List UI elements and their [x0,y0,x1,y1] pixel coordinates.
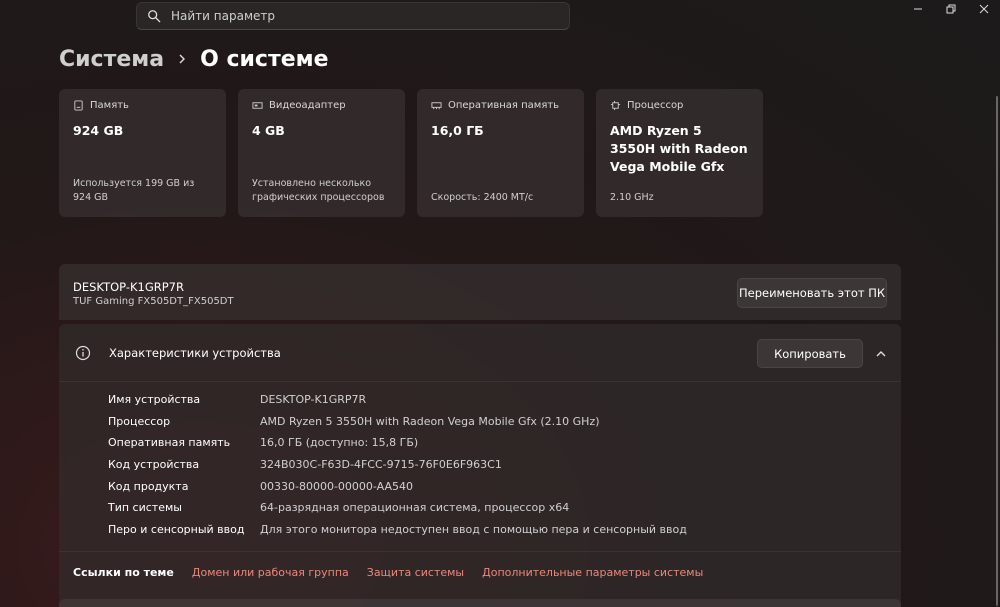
restore-icon [946,4,955,14]
card-title: Оперативная память [448,100,560,111]
spec-value: AMD Ryzen 5 3550H with Radeon Vega Mobil… [260,414,600,428]
info-icon [75,345,91,360]
card-title: Процессор [627,100,684,111]
page-title: О системе [200,46,329,72]
card-value: 924 GB [73,123,124,138]
summary-cards: Память 924 GB Используется 199 GB из 924… [59,89,763,217]
search-input[interactable] [171,9,551,23]
close-icon [979,4,988,14]
window-controls [901,0,1000,18]
spec-value: Для этого монитора недоступен ввод с пом… [260,522,687,536]
spec-row: Оперативная память 16,0 ГБ (доступно: 15,… [108,432,687,454]
spec-row: Перо и сенсорный ввод Для этого монитора … [108,519,687,541]
card-value: 16,0 ГБ [431,123,484,138]
next-panel-edge [59,599,901,607]
close-button[interactable] [967,0,1000,18]
device-specs-panel: Характеристики устройства Копировать Имя… [59,324,901,607]
spec-value: 00330-80000-00000-AA540 [260,479,413,493]
card-subtext: Установлено несколько графических процес… [252,178,385,203]
spec-row: Процессор AMD Ryzen 5 3550H with Radeon V… [108,411,687,433]
spec-label: Тип системы [108,501,182,515]
spec-row: Код продукта 00330-80000-00000-AA540 [108,475,687,497]
chevron-up-icon[interactable] [875,348,887,360]
related-links-title: Ссылки по теме [73,566,174,579]
minimize-button[interactable] [901,0,934,18]
card-gpu: Видеоадаптер 4 GB Установлено несколько … [238,89,405,217]
spec-row: Тип системы 64-разрядная операционная сис… [108,497,687,519]
gpu-icon [252,102,263,109]
card-cpu: Процессор AMD Ryzen 5 3550H with Radeon … [596,89,763,217]
card-value: AMD Ryzen 5 3550H with Radeon Vega Mobil… [610,123,748,174]
search-icon [148,10,161,23]
breadcrumb-parent[interactable]: Система [59,47,164,72]
related-links: Ссылки по теме Домен или рабочая группа … [59,551,901,593]
spec-value: DESKTOP-K1GRP7R [260,393,367,407]
storage-icon [74,100,83,111]
scrollbar[interactable] [996,96,998,606]
card-title: Видеоадаптер [269,100,346,111]
rename-pc-button[interactable]: Переименовать этот ПК [737,278,887,308]
ram-icon [431,102,442,110]
card-ram: Оперативная память 16,0 ГБ Скорость: 240… [417,89,584,217]
spec-row: Имя устройства DESKTOP-K1GRP7R [108,389,687,411]
spec-rows: Имя устройства DESKTOP-K1GRP7R Процессор A… [108,389,687,540]
minimize-icon [913,8,922,10]
spec-row: Код устройства 324B030C-F63D-4FCC-9715-76… [108,454,687,476]
link-system-protection[interactable]: Защита системы [367,566,464,579]
spec-label: Оперативная память [108,436,231,450]
breadcrumb: Система О системе [59,42,329,76]
link-domain-workgroup[interactable]: Домен или рабочая группа [192,566,349,579]
card-storage: Память 924 GB Используется 199 GB из 924… [59,89,226,217]
device-panel: DESKTOP-K1GRP7R TUF Gaming FX505DT_FX505… [59,264,901,320]
spec-label: Имя устройства [108,393,201,407]
specs-title: Характеристики устройства [109,345,281,360]
search-box[interactable] [136,2,570,30]
card-subtext: Скорость: 2400 MT/с [431,192,534,203]
card-subtext: 2.10 GHz [610,192,654,203]
card-subtext: Используется 199 GB из 924 GB [73,178,195,203]
card-value: 4 GB [252,123,285,138]
chevron-right-icon [179,54,186,64]
card-title: Память [90,100,129,111]
spec-value: 324B030C-F63D-4FCC-9715-76F0E6F963C1 [260,458,502,472]
spec-label: Процессор [108,414,171,428]
spec-label: Перо и сенсорный ввод [108,522,245,536]
spec-label: Код устройства [108,458,200,472]
spec-label: Код продукта [108,479,189,493]
cpu-icon [610,100,621,111]
specs-header[interactable]: Характеристики устройства Копировать [59,324,901,382]
restore-button[interactable] [934,0,967,18]
spec-value: 16,0 ГБ (доступно: 15,8 ГБ) [260,436,419,450]
spec-value: 64-разрядная операционная система, проце… [260,501,570,515]
link-advanced-system-settings[interactable]: Дополнительные параметры системы [482,566,703,579]
copy-button[interactable]: Копировать [757,339,863,368]
